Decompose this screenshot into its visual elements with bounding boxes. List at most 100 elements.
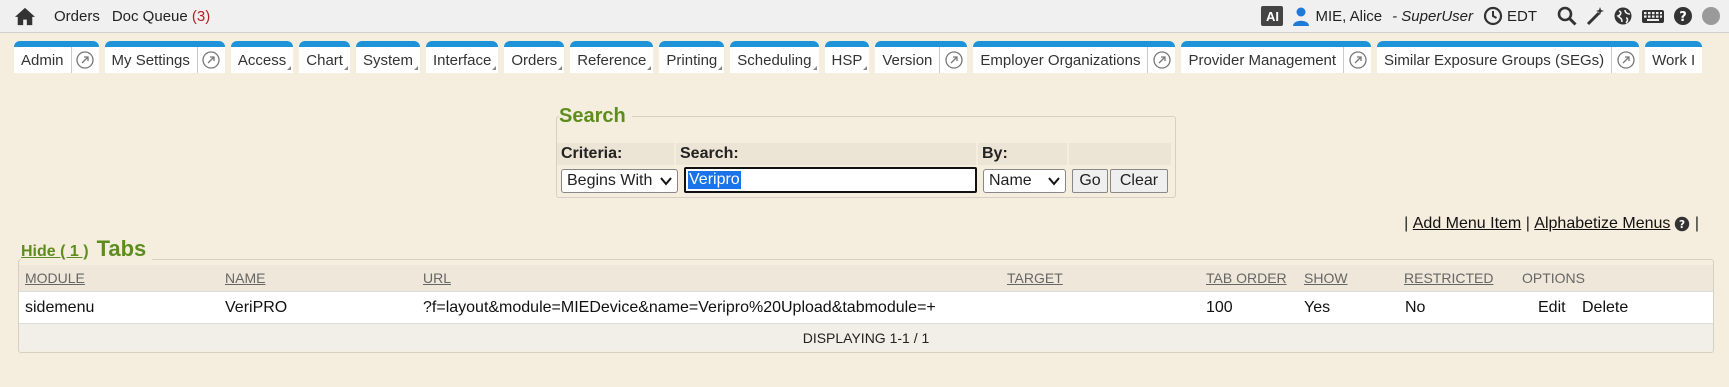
tab-label: System (363, 52, 420, 69)
status-dot-icon[interactable] (1701, 6, 1721, 26)
search-input[interactable]: Veripro (684, 167, 977, 193)
open-external-icon (1616, 51, 1635, 69)
svg-text:?: ? (1679, 10, 1687, 25)
user-name[interactable]: MIE, Alice (1315, 8, 1382, 25)
top-bar: Orders Doc Queue (3) AI MIE, Alice - Sup… (0, 0, 1729, 33)
tab-my-settings[interactable]: My Settings (104, 41, 225, 73)
tab-label: HSP (832, 52, 870, 69)
help-icon[interactable]: ? (1673, 6, 1693, 26)
tab-label: Version (882, 51, 933, 69)
open-external-button[interactable] (70, 47, 99, 73)
tab-label: Orders (511, 52, 564, 69)
clock-icon (1483, 6, 1503, 26)
go-button[interactable]: Go (1072, 169, 1108, 193)
search-panel: Search Criteria: Search: By: Begins With… (556, 105, 1176, 198)
separator: | (1404, 215, 1413, 232)
tab-label: Employer Organizations (980, 51, 1141, 69)
open-external-button[interactable] (939, 47, 967, 73)
cell-url: ?f=layout&module=MIEDevice&name=Veripro%… (423, 299, 936, 316)
tab-chart[interactable]: Chart (299, 41, 350, 73)
tab-hsp[interactable]: HSP (824, 41, 870, 73)
cell-restricted: No (1405, 299, 1426, 316)
tab-reference[interactable]: Reference (570, 41, 654, 73)
column-header-url[interactable]: URL (423, 270, 451, 286)
magic-wand-icon[interactable] (1585, 6, 1605, 26)
svg-text:?: ? (1679, 219, 1685, 231)
open-external-button[interactable] (196, 47, 225, 73)
tab-system[interactable]: System (355, 41, 420, 73)
tab-version[interactable]: Version (875, 41, 968, 73)
column-header-module[interactable]: MODULE (25, 270, 85, 286)
chevron-down-icon (660, 177, 672, 186)
orders-link[interactable]: Orders (54, 8, 100, 25)
alphabetize-menus-link[interactable]: Alphabetize Menus (1534, 215, 1670, 233)
open-external-button[interactable] (1611, 47, 1639, 73)
tab-provider-management[interactable]: Provider Management (1181, 41, 1372, 73)
cell-name: VeriPRO (225, 299, 288, 316)
tab-label: Access (238, 52, 293, 69)
open-external-icon (1348, 51, 1367, 69)
timezone: EDT (1507, 7, 1537, 25)
search-icon[interactable] (1557, 6, 1577, 26)
tab-similar-exposure-groups-segs[interactable]: Similar Exposure Groups (SEGs) (1377, 41, 1640, 73)
help-icon[interactable]: ? (1674, 216, 1690, 232)
search-header-spacer (1069, 143, 1171, 165)
tab-orders[interactable]: Orders (504, 41, 565, 73)
column-header-tab-order[interactable]: TAB ORDER (1206, 270, 1287, 286)
add-menu-item-link[interactable]: Add Menu Item (1413, 215, 1522, 233)
separator: | (1521, 215, 1535, 232)
tab-scheduling[interactable]: Scheduling (730, 41, 819, 73)
open-external-icon (202, 51, 221, 69)
tab-label: Work I (1652, 51, 1696, 69)
tab-label: Admin (21, 51, 64, 69)
by-select[interactable]: Name (983, 169, 1066, 193)
top-bar-left: Orders Doc Queue (3) (0, 6, 222, 26)
tabs-heading: Tabs (96, 236, 147, 261)
delete-link[interactable]: Delete (1582, 299, 1628, 317)
tab-access[interactable]: Access (230, 41, 294, 73)
criteria-selected-value: Begins With (567, 172, 653, 189)
criteria-label: Criteria: (557, 143, 674, 165)
search-legend: Search (559, 105, 632, 128)
doc-queue-count: (3) (191, 7, 211, 25)
chevron-down-icon (1048, 177, 1060, 186)
tab-label: Provider Management (1188, 51, 1337, 69)
open-external-button[interactable] (1147, 47, 1175, 73)
clear-button[interactable]: Clear (1110, 169, 1168, 193)
column-header-show[interactable]: SHOW (1304, 270, 1348, 286)
tab-label: Scheduling (737, 52, 818, 69)
tab-work-i[interactable]: Work I (1645, 41, 1703, 73)
open-external-icon (1153, 51, 1171, 69)
user-role: - SuperUser (1392, 7, 1473, 25)
column-header-name[interactable]: NAME (225, 270, 265, 286)
table-row: sidemenu VeriPRO ?f=layout&module=MIEDev… (19, 291, 1713, 324)
criteria-select[interactable]: Begins With (561, 169, 678, 193)
tab-label: Similar Exposure Groups (SEGs) (1384, 51, 1605, 69)
hide-tabs-link[interactable]: Hide ( 1 ) (21, 243, 89, 261)
tab-label: Reference (577, 52, 653, 69)
keyboard-icon[interactable] (1641, 6, 1665, 26)
ai-badge[interactable]: AI (1261, 6, 1284, 26)
open-external-icon (76, 51, 94, 69)
separator: | (1690, 215, 1699, 232)
globe-icon[interactable] (1613, 6, 1633, 26)
open-external-button[interactable] (1343, 47, 1371, 73)
search-label: Search: (676, 143, 976, 165)
column-header-restricted[interactable]: RESTRICTED (1404, 270, 1493, 286)
tab-printing[interactable]: Printing (659, 41, 725, 73)
open-external-icon (945, 51, 963, 69)
cell-module: sidemenu (25, 299, 95, 316)
tab-interface[interactable]: Interface (425, 41, 499, 73)
by-label: By: (978, 143, 1067, 165)
tab-employer-organizations[interactable]: Employer Organizations (973, 41, 1176, 73)
tab-label: My Settings (111, 51, 190, 69)
by-selected-value: Name (989, 172, 1032, 189)
column-header-options: OPTIONS (1522, 270, 1586, 286)
edit-link[interactable]: Edit (1538, 299, 1566, 317)
doc-queue-link[interactable]: Doc Queue (3) (112, 8, 210, 25)
tab-label: Printing (666, 52, 724, 69)
home-icon[interactable] (14, 6, 36, 26)
tab-label: Chart (306, 52, 350, 69)
column-header-target[interactable]: TARGET (1007, 270, 1063, 286)
tab-admin[interactable]: Admin (14, 41, 99, 73)
